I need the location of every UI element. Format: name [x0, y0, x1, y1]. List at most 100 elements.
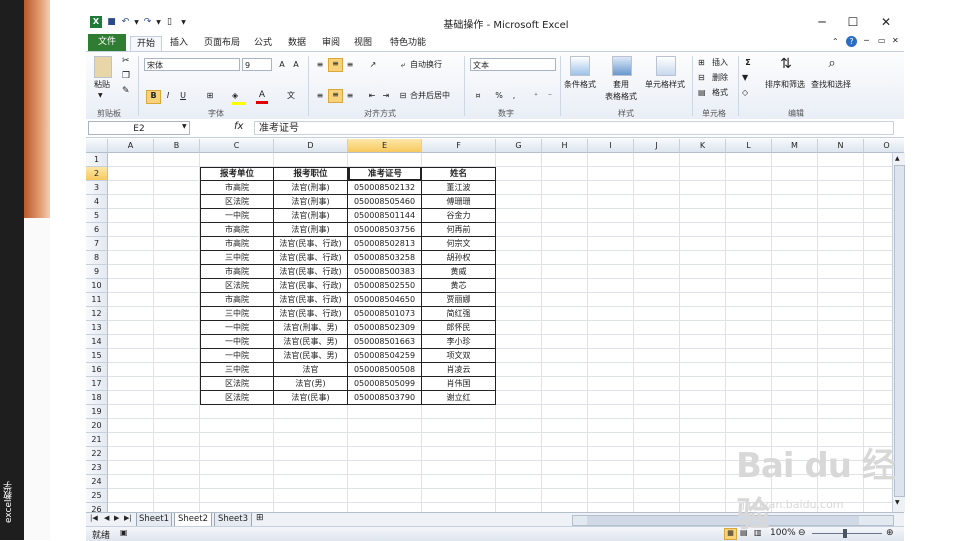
row-header-6[interactable]: 6 — [86, 223, 108, 237]
grow-font-icon[interactable]: A — [276, 60, 288, 70]
table-cell[interactable]: 050008504259 — [348, 349, 422, 363]
phonetic-icon[interactable]: 文 — [284, 91, 298, 101]
autosum-button[interactable]: Σ — [742, 58, 754, 68]
font-size-combo[interactable]: 9 — [242, 58, 272, 71]
align-left-icon[interactable]: ≡ — [314, 91, 326, 101]
column-header-d[interactable]: D — [274, 139, 348, 153]
find-select-icon[interactable]: ⌕ — [824, 56, 840, 74]
table-cell[interactable]: 区法院 — [200, 391, 274, 405]
table-cell[interactable]: 贾丽娜 — [422, 293, 496, 307]
increase-decimal-icon[interactable]: ⁺ — [530, 91, 542, 101]
number-format-combo[interactable]: 文本 — [470, 58, 556, 71]
table-cell[interactable]: 简红强 — [422, 307, 496, 321]
table-cell[interactable]: 一中院 — [200, 209, 274, 223]
redo-icon[interactable]: ↷ — [142, 17, 153, 28]
insert-cells-button[interactable]: 插入 — [708, 58, 732, 68]
tab-formulas[interactable]: 公式 — [250, 36, 276, 51]
sort-filter-icon[interactable]: ⇅ — [778, 56, 794, 74]
comma-button[interactable]: , — [510, 91, 518, 101]
table-cell[interactable]: 三中院 — [200, 251, 274, 265]
macro-record-icon[interactable]: ▣ — [120, 528, 128, 537]
find-select-button[interactable]: 查找和选择 — [808, 80, 854, 90]
table-cell[interactable]: 一中院 — [200, 349, 274, 363]
tab-home[interactable]: 开始 — [130, 36, 162, 52]
format-table-label-1[interactable]: 套用 — [606, 80, 636, 90]
column-header-g[interactable]: G — [496, 139, 542, 153]
delete-cells-icon[interactable]: ⊟ — [698, 73, 705, 82]
shrink-font-icon[interactable]: A — [290, 60, 302, 70]
delete-cells-button[interactable]: 删除 — [708, 73, 732, 83]
column-header-a[interactable]: A — [108, 139, 154, 153]
table-header-cell[interactable]: 准考证号 — [348, 167, 422, 181]
table-cell[interactable]: 050008503790 — [348, 391, 422, 405]
table-cell[interactable]: 法官(民事、行政) — [274, 307, 348, 321]
first-sheet-icon[interactable]: |◀ — [90, 514, 98, 522]
border-icon[interactable]: ⊞ — [204, 91, 216, 101]
sort-filter-button[interactable]: 排序和筛选 — [762, 80, 808, 90]
merge-center-icon[interactable]: ⊟ — [398, 91, 408, 101]
table-cell[interactable]: 肖凌云 — [422, 363, 496, 377]
row-header-1[interactable]: 1 — [86, 153, 108, 167]
column-header-c[interactable]: C — [200, 139, 274, 153]
close-button[interactable]: ✕ — [874, 14, 898, 30]
collapse-ribbon-icon[interactable]: ⌃ — [832, 37, 839, 46]
row-header-19[interactable]: 19 — [86, 405, 108, 419]
table-cell[interactable]: 法官(民事、行政) — [274, 251, 348, 265]
row-header-20[interactable]: 20 — [86, 419, 108, 433]
table-cell[interactable]: 法官 — [274, 363, 348, 377]
table-cell[interactable]: 法官(民事、男) — [274, 349, 348, 363]
percent-button[interactable]: % — [494, 91, 504, 101]
table-cell[interactable]: 法官(民事、行政) — [274, 293, 348, 307]
name-box[interactable]: E2 — [88, 121, 190, 135]
paste-icon[interactable] — [94, 56, 112, 78]
table-cell[interactable]: 法官(刑事、男) — [274, 321, 348, 335]
next-sheet-icon[interactable]: ▶ — [114, 514, 119, 522]
align-center-icon[interactable]: ≡ — [328, 89, 343, 103]
tab-file[interactable]: 文件 — [88, 34, 126, 51]
minimize-button[interactable]: ─ — [810, 14, 834, 30]
table-cell[interactable]: 法官(民事、行政) — [274, 237, 348, 251]
cut-icon[interactable]: ✂ — [122, 56, 130, 66]
table-cell[interactable]: 市高院 — [200, 265, 274, 279]
row-header-5[interactable]: 5 — [86, 209, 108, 223]
column-header-e[interactable]: E — [348, 139, 422, 153]
last-sheet-icon[interactable]: ▶| — [124, 514, 132, 522]
table-cell[interactable]: 050008501073 — [348, 307, 422, 321]
table-cell[interactable]: 050008503258 — [348, 251, 422, 265]
customize-toolbar-icon[interactable]: ▼ — [178, 17, 189, 28]
table-cell[interactable]: 三中院 — [200, 307, 274, 321]
name-box-dropdown-icon[interactable]: ▼ — [182, 123, 187, 130]
conditional-format-button[interactable]: 条件格式 — [560, 80, 600, 90]
table-cell[interactable]: 市高院 — [200, 293, 274, 307]
currency-icon[interactable]: ¤ — [472, 91, 484, 101]
formula-input[interactable]: 准考证号 — [254, 121, 894, 135]
sheet-tab-sheet2[interactable]: Sheet2 — [174, 513, 212, 527]
new-file-icon[interactable]: ▯ — [164, 17, 175, 28]
wrap-text-button[interactable]: 自动换行 — [410, 60, 450, 70]
table-cell[interactable]: 何再前 — [422, 223, 496, 237]
row-header-10[interactable]: 10 — [86, 279, 108, 293]
row-header-7[interactable]: 7 — [86, 237, 108, 251]
cell-styles-icon[interactable] — [656, 56, 676, 76]
column-header-l[interactable]: L — [726, 139, 772, 153]
column-header-m[interactable]: M — [772, 139, 818, 153]
table-cell[interactable]: 法官(民事、行政) — [274, 265, 348, 279]
maximize-button[interactable]: ☐ — [841, 14, 865, 30]
decrease-decimal-icon[interactable]: ⁻ — [544, 91, 556, 101]
row-header-17[interactable]: 17 — [86, 377, 108, 391]
table-header-cell[interactable]: 报考职位 — [274, 167, 348, 181]
help-icon[interactable]: ? — [846, 36, 857, 47]
column-header-k[interactable]: K — [680, 139, 726, 153]
insert-sheet-icon[interactable]: ⊞ — [256, 513, 264, 523]
undo-dropdown-icon[interactable]: ▼ — [131, 17, 142, 28]
table-cell[interactable]: 谢立红 — [422, 391, 496, 405]
table-cell[interactable]: 法官(民事) — [274, 391, 348, 405]
tab-insert[interactable]: 插入 — [166, 36, 192, 51]
row-header-11[interactable]: 11 — [86, 293, 108, 307]
table-cell[interactable]: 胡孙权 — [422, 251, 496, 265]
format-cells-icon[interactable]: ▤ — [698, 88, 706, 97]
table-cell[interactable]: 傅珊珊 — [422, 195, 496, 209]
table-cell[interactable]: 050008500383 — [348, 265, 422, 279]
table-cell[interactable]: 法官(刑事) — [274, 195, 348, 209]
row-header-12[interactable]: 12 — [86, 307, 108, 321]
